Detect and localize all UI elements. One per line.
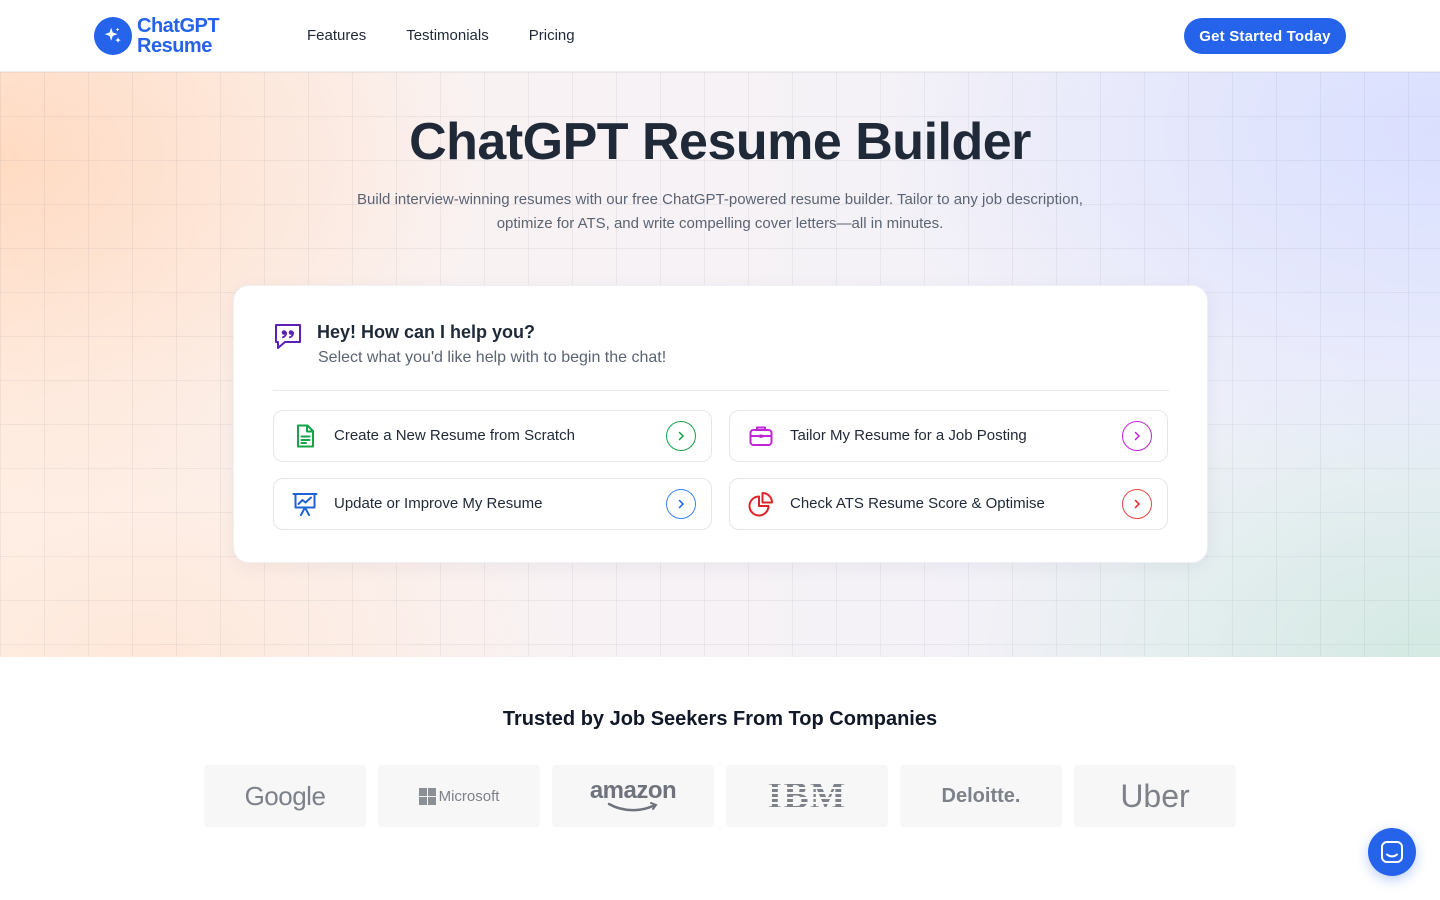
logo-uber-text: Uber xyxy=(1120,777,1190,814)
trusted-heading: Trusted by Job Seekers From Top Companie… xyxy=(502,708,938,730)
amazon-smile-icon xyxy=(607,802,658,812)
logo-google-text: Google xyxy=(244,780,326,811)
nav-features[interactable]: Features xyxy=(307,26,366,46)
option-update-resume[interactable]: Update or Improve My Resume xyxy=(273,478,712,530)
chevron-right-icon[interactable] xyxy=(666,421,696,451)
presentation-chart-icon xyxy=(292,491,318,517)
pie-chart-icon xyxy=(748,491,774,517)
hero-subtitle-line-1: Build interview-winning resumes with our… xyxy=(357,191,1083,208)
logo-deloitte-text: Deloitte. xyxy=(941,784,1021,807)
logo-microsoft-text: Microsoft xyxy=(438,787,500,805)
support-chat-button[interactable] xyxy=(1368,828,1416,876)
option-tailor-resume[interactable]: Tailor My Resume for a Job Posting xyxy=(729,410,1168,462)
microsoft-squares-icon xyxy=(418,787,436,805)
briefcase-icon xyxy=(748,423,774,449)
main-nav: Features Testimonials Pricing xyxy=(307,26,615,46)
logo-amazon: amazon xyxy=(552,765,714,827)
get-started-button[interactable]: Get Started Today xyxy=(1184,18,1346,54)
nav-testimonials[interactable]: Testimonials xyxy=(406,26,489,46)
sparkle-icon xyxy=(94,17,132,55)
document-icon xyxy=(292,423,318,449)
option-label: Check ATS Resume Score & Optimise xyxy=(790,495,1045,512)
chevron-right-icon[interactable] xyxy=(666,489,696,519)
chat-card: Hey! How can I help you? Select what you… xyxy=(233,285,1208,563)
chat-title: Hey! How can I help you? xyxy=(317,322,536,342)
option-label: Tailor My Resume for a Job Posting xyxy=(790,427,1027,444)
logo-deloitte: Deloitte. xyxy=(900,765,1062,827)
option-create-new-resume[interactable]: Create a New Resume from Scratch xyxy=(273,410,712,462)
brand-logo[interactable]: ChatGPT Resume xyxy=(94,15,220,57)
page-title: ChatGPT Resume Builder xyxy=(409,113,1031,171)
option-check-ats-score[interactable]: Check ATS Resume Score & Optimise xyxy=(729,478,1168,530)
chevron-right-icon[interactable] xyxy=(1122,489,1152,519)
chevron-right-icon[interactable] xyxy=(1122,421,1152,451)
logo-ibm: IBM xyxy=(726,765,888,827)
hero-subtitle-line-2: optimize for ATS, and write compelling c… xyxy=(496,215,944,232)
chat-quote-icon xyxy=(273,321,303,351)
option-label: Update or Improve My Resume xyxy=(334,495,543,512)
chat-icon xyxy=(1381,841,1403,863)
company-logos: Google Microsoft amazon IBM Deloitte. Ub… xyxy=(204,765,1236,827)
logo-ibm-text: IBM xyxy=(767,775,847,817)
logo-google: Google xyxy=(204,765,366,827)
chat-divider xyxy=(273,390,1169,391)
logo-amazon-text: amazon xyxy=(589,777,677,804)
brand-line-1: ChatGPT xyxy=(137,15,220,37)
brand-name: ChatGPT Resume xyxy=(137,15,220,57)
site-header: ChatGPT Resume Features Testimonials Pri… xyxy=(0,0,1440,72)
brand-line-2: Resume xyxy=(137,35,212,57)
option-label: Create a New Resume from Scratch xyxy=(334,427,575,444)
logo-uber: Uber xyxy=(1074,765,1236,827)
nav-pricing[interactable]: Pricing xyxy=(529,26,575,46)
hero-subtitle: Build interview-winning resumes with our… xyxy=(320,188,1120,236)
logo-microsoft: Microsoft xyxy=(378,765,540,827)
hero-section: ChatGPT Resume Builder Build interview-w… xyxy=(0,72,1440,657)
chat-subtitle: Select what you'd like help with to begi… xyxy=(318,349,667,366)
